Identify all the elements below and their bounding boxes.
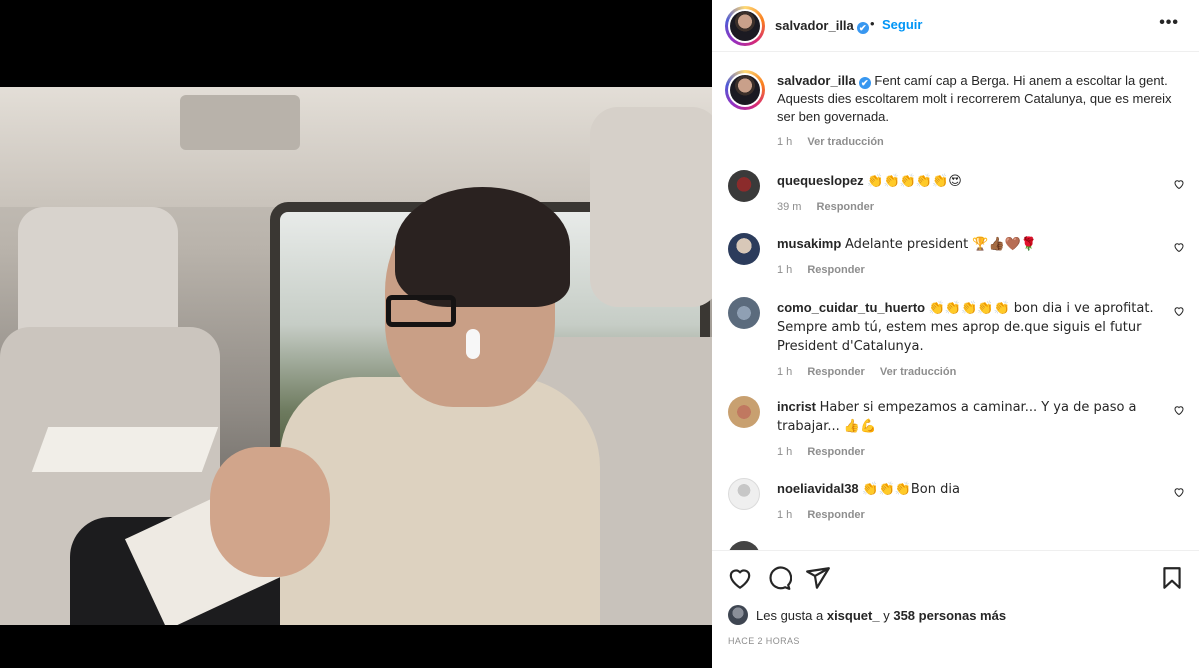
comment-username[interactable]: incrist (777, 399, 816, 414)
post-header: salvador_illa ✔ • Seguir ••• (712, 0, 1199, 52)
comment-text: 👏👏👏Bon dia (862, 482, 960, 497)
like-heart-icon[interactable] (727, 565, 753, 591)
comment-body: musakimp Adelante president 🏆👍🏾🤎🌹 1 h Re… (777, 235, 1162, 279)
divider (712, 550, 1199, 551)
commenter-avatar[interactable] (728, 170, 760, 202)
comment-body: como_cuidar_tu_huerto 👏👏👏👏👏 bon dia i ve… (777, 299, 1162, 381)
reply-button[interactable]: Responder (807, 509, 864, 521)
author-avatar[interactable] (725, 6, 765, 46)
comments-list[interactable]: salvador_illa ✔ Fent camí cap a Berga. Hi… (712, 53, 1199, 550)
comment-meta: 1 h Responder (777, 443, 1162, 461)
like-comment-heart-icon[interactable] (1173, 305, 1185, 317)
photo-person-hair (395, 187, 570, 307)
reply-button[interactable]: Responder (807, 264, 864, 276)
caption-meta: 1 h Ver traducción (777, 133, 1177, 151)
like-comment-heart-icon[interactable] (1173, 241, 1185, 253)
comment-meta: 1 h Responder (777, 506, 1162, 524)
commenter-avatar[interactable] (728, 297, 760, 329)
like-comment-heart-icon[interactable] (1173, 486, 1185, 498)
caption-time[interactable]: 1 h (777, 136, 792, 148)
comment-text: 👏👏👏👏👏😍 (867, 174, 962, 189)
photo-glasses (386, 295, 456, 327)
reply-button[interactable]: Responder (807, 446, 864, 458)
comment-time[interactable]: 1 h (777, 264, 792, 276)
commenter-avatar[interactable] (728, 396, 760, 428)
comment-body: quequeslopez 👏👏👏👏👏😍 39 m Responder (777, 172, 1162, 216)
post-actions-bar (712, 561, 1199, 593)
photo-hands (210, 447, 330, 577)
post-photo[interactable] (0, 87, 712, 625)
author-avatar-inner (728, 9, 762, 43)
comment-bubble-icon[interactable] (766, 565, 792, 591)
comment-time[interactable]: 1 h (777, 509, 792, 521)
author-username[interactable]: salvador_illa ✔ (775, 18, 869, 34)
comment-meta: 1 h Responder (777, 261, 1162, 279)
caption-translate-link[interactable]: Ver traducción (807, 136, 883, 148)
commenter-avatar-partial[interactable] (728, 541, 760, 550)
author-username-text[interactable]: salvador_illa (775, 18, 854, 33)
share-send-icon[interactable] (805, 565, 831, 591)
post-media-panel (0, 0, 712, 668)
comment-username[interactable]: como_cuidar_tu_huerto (777, 300, 925, 315)
caption-avatar-inner (728, 73, 762, 107)
reply-button[interactable]: Responder (807, 366, 864, 378)
liker-avatar[interactable] (728, 605, 748, 625)
post-side-panel: salvador_illa ✔ • Seguir ••• salvador_ill… (712, 0, 1199, 668)
verified-badge-icon: ✔ (856, 22, 869, 34)
like-comment-heart-icon[interactable] (1173, 404, 1185, 416)
comment-text: Adelante president 🏆👍🏾🤎🌹 (844, 237, 1038, 252)
photo-air-vent (180, 95, 300, 150)
comment-body: noeliavidal38 👏👏👏Bon dia 1 h Responder (777, 480, 1162, 524)
caption-body: salvador_illa ✔ Fent camí cap a Berga. Hi… (777, 72, 1177, 151)
reply-button[interactable]: Responder (817, 201, 874, 213)
comment-time[interactable]: 1 h (777, 366, 792, 378)
comment-time[interactable]: 39 m (777, 201, 801, 213)
comment-translate-link[interactable]: Ver traducción (880, 366, 956, 378)
photo-papers (31, 427, 219, 472)
verified-badge-icon: ✔ (858, 77, 871, 89)
save-bookmark-icon[interactable] (1159, 565, 1185, 591)
comment-username[interactable]: noeliavidal38 (777, 481, 859, 496)
likes-prefix: Les gusta a (756, 607, 824, 623)
comment-text: Haber si empezamos a caminar... Y ya de … (777, 400, 1137, 434)
photo-earbud (466, 329, 480, 359)
comment-time[interactable]: 1 h (777, 446, 792, 458)
caption-username-text[interactable]: salvador_illa (777, 73, 856, 88)
caption-avatar-image (730, 75, 760, 105)
commenter-avatar[interactable] (728, 233, 760, 265)
comment-username[interactable]: musakimp (777, 236, 841, 251)
liker-username[interactable]: xisquet_ (827, 608, 880, 623)
comment-meta: 39 m Responder (777, 198, 1162, 216)
post-timestamp[interactable]: HACE 2 HORAS (728, 636, 800, 646)
like-comment-heart-icon[interactable] (1173, 178, 1185, 190)
comment-username[interactable]: quequeslopez (777, 173, 864, 188)
caption-author-avatar[interactable] (725, 70, 765, 110)
comment-body: incrist Haber si empezamos a caminar... … (777, 398, 1162, 461)
separator-dot: • (870, 16, 875, 31)
more-options-icon[interactable]: ••• (1159, 14, 1179, 32)
author-avatar-image (730, 11, 760, 41)
likes-count-link[interactable]: 358 personas más (893, 608, 1006, 623)
photo-headrest-right (590, 107, 712, 307)
comment-meta: 1 h Responder Ver traducción (777, 363, 1162, 381)
caption-username[interactable]: salvador_illa ✔ (777, 73, 871, 89)
follow-button[interactable]: Seguir (882, 17, 922, 32)
commenter-avatar[interactable] (728, 478, 760, 510)
likes-summary: Les gusta a xisquet_ y 358 personas más (728, 605, 1006, 625)
likes-middle: y (883, 607, 890, 623)
